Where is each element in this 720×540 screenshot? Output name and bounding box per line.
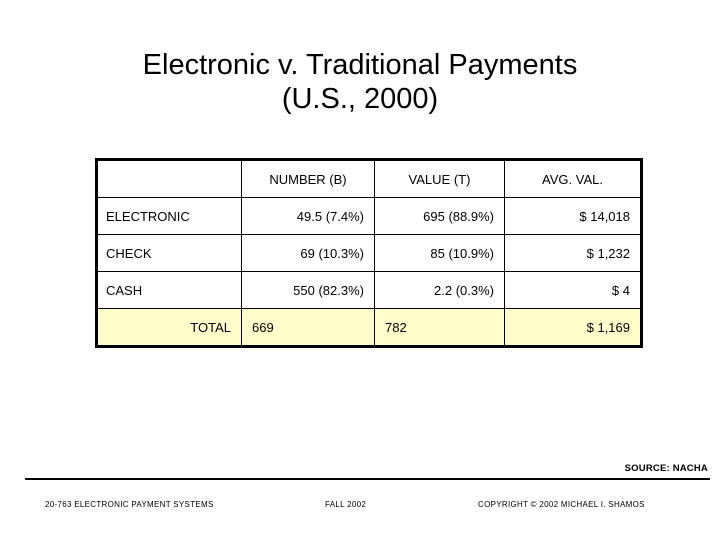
cell-electronic-avg: $ 14,018 — [504, 197, 642, 235]
footer-divider — [25, 478, 710, 480]
table-row: ELECTRONIC 49.5 (7.4%) 695 (88.9%) $ 14,… — [96, 197, 642, 235]
cell-total-avg: $ 1,169 — [504, 308, 642, 347]
source-note: SOURCE: NACHA — [624, 463, 708, 474]
footer-term: FALL 2002 — [325, 500, 367, 509]
column-header-avg-value: AVG. VAL. — [504, 159, 642, 198]
table-row: CASH 550 (82.3%) 2.2 (0.3%) $ 4 — [96, 271, 642, 309]
column-header-number: NUMBER (B) — [241, 159, 375, 198]
cell-electronic-value: 695 (88.9%) — [374, 197, 505, 235]
table-row: CHECK 69 (10.3%) 85 (10.9%) $ 1,232 — [96, 234, 642, 272]
footer-course: 20-763 ELECTRONIC PAYMENT SYSTEMS — [45, 500, 214, 509]
row-label-total: TOTAL — [96, 308, 242, 347]
page-title-line-1: Electronic v. Traditional Payments — [142, 49, 578, 81]
cell-check-value: 85 (10.9%) — [374, 234, 505, 272]
table-total-row: TOTAL 669 782 $ 1,169 — [96, 308, 642, 347]
row-label-electronic: ELECTRONIC — [96, 197, 242, 235]
cell-total-value: 782 — [374, 308, 505, 347]
row-label-check: CHECK — [96, 234, 242, 272]
column-header-value: VALUE (T) — [374, 159, 505, 198]
cell-cash-avg: $ 4 — [504, 271, 642, 309]
row-label-cash: CASH — [96, 271, 242, 309]
cell-check-avg: $ 1,232 — [504, 234, 642, 272]
cell-electronic-number: 49.5 (7.4%) — [241, 197, 375, 235]
cell-cash-value: 2.2 (0.3%) — [374, 271, 505, 309]
payments-table: NUMBER (B) VALUE (T) AVG. VAL. ELECTRONI… — [95, 158, 643, 348]
page-title-line-2: (U.S., 2000) — [281, 83, 439, 115]
column-header-blank — [96, 159, 242, 198]
page-title: Electronic v. Traditional Payments (U.S.… — [0, 48, 720, 116]
cell-check-number: 69 (10.3%) — [241, 234, 375, 272]
footer-copyright: COPYRIGHT © 2002 MICHAEL I. SHAMOS — [478, 500, 645, 509]
footer: 20-763 ELECTRONIC PAYMENT SYSTEMS FALL 2… — [0, 500, 720, 514]
table-header-row: NUMBER (B) VALUE (T) AVG. VAL. — [96, 159, 642, 198]
cell-cash-number: 550 (82.3%) — [241, 271, 375, 309]
cell-total-number: 669 — [241, 308, 375, 347]
